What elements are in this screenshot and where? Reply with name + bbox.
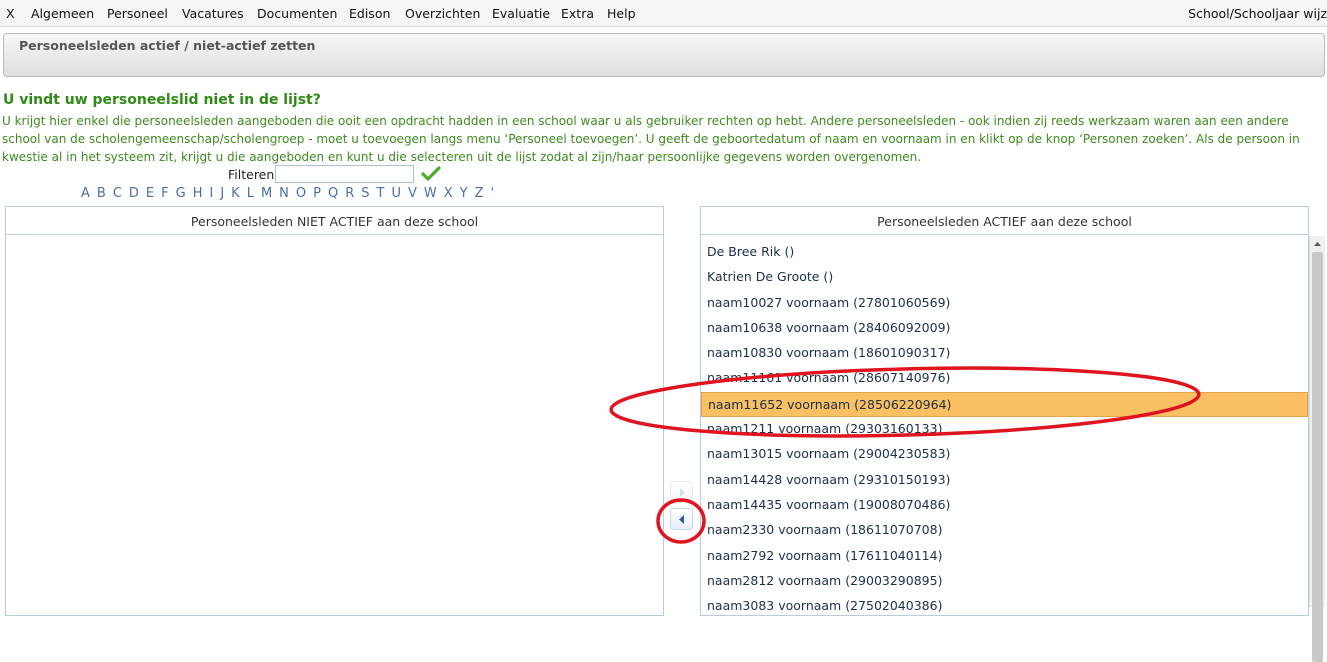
list-item[interactable]: naam2330 voornaam (18611070708) xyxy=(701,518,1308,543)
check-icon[interactable] xyxy=(421,166,441,182)
list-item[interactable]: naam10638 voornaam (28406092009) xyxy=(701,316,1308,341)
alphabet-letter[interactable]: S xyxy=(361,186,369,201)
list-item[interactable]: naam13015 voornaam (29004230583) xyxy=(701,442,1308,467)
alphabet-letter[interactable]: V xyxy=(408,186,417,201)
list-item[interactable]: naam10027 voornaam (27801060569) xyxy=(701,291,1308,316)
alphabet-letter[interactable]: R xyxy=(345,186,354,201)
menu-extra[interactable]: Extra xyxy=(561,6,594,21)
alphabet-filter: A B C D E F G H I J K L M N O P Q R S T U V W X Y Z ' xyxy=(81,186,501,201)
arrow-left-icon xyxy=(679,515,684,524)
menu-edison[interactable]: Edison xyxy=(349,6,390,21)
alphabet-letter[interactable]: B xyxy=(97,186,106,201)
alphabet-letter[interactable]: ' xyxy=(491,186,495,201)
inactive-list-header: Personeelsleden NIET ACTIEF aan deze sch… xyxy=(6,207,663,235)
alphabet-letter[interactable]: M xyxy=(261,186,272,201)
list-item[interactable]: naam14428 voornaam (29310150193) xyxy=(701,468,1308,493)
move-left-button[interactable] xyxy=(670,508,693,530)
alphabet-letter[interactable]: H xyxy=(193,186,203,201)
scrollbar-thumb[interactable] xyxy=(1312,252,1323,662)
list-item-selected[interactable]: naam11652 voornaam (28506220964) xyxy=(701,391,1308,418)
alphabet-letter[interactable]: F xyxy=(161,186,168,201)
info-heading: U vindt uw personeelslid niet in de lijs… xyxy=(3,92,321,108)
alphabet-letter[interactable]: T xyxy=(377,186,385,201)
menu-school-year[interactable]: School/Schooljaar wijz xyxy=(1188,6,1327,21)
menu-algemeen[interactable]: Algemeen xyxy=(31,6,94,21)
list-item[interactable]: naam14435 voornaam (19008070486) xyxy=(701,493,1308,518)
alphabet-letter[interactable]: E xyxy=(146,186,154,201)
list-item[interactable]: Katrien De Groote () xyxy=(701,265,1308,290)
scroll-up-icon[interactable] xyxy=(1310,236,1325,251)
active-list-panel: Personeelsleden ACTIEF aan deze school D… xyxy=(700,206,1309,616)
alphabet-letter[interactable]: G xyxy=(176,186,186,201)
alphabet-letter[interactable]: X xyxy=(444,186,453,201)
page-title: Personeelsleden actief / niet-actief zet… xyxy=(19,38,316,53)
alphabet-letter[interactable]: K xyxy=(231,186,240,201)
menu-bar: X Algemeen Personeel Vacatures Documente… xyxy=(0,0,1327,27)
alphabet-letter[interactable]: D xyxy=(129,186,139,201)
alphabet-letter[interactable]: O xyxy=(296,186,306,201)
alphabet-letter[interactable]: W xyxy=(424,186,437,201)
list-item[interactable]: naam3083 voornaam (27502040386) xyxy=(701,594,1308,615)
filter-input[interactable] xyxy=(275,165,414,183)
inactive-list-panel: Personeelsleden NIET ACTIEF aan deze sch… xyxy=(5,206,664,616)
menu-overzichten[interactable]: Overzichten xyxy=(405,6,480,21)
list-item[interactable]: naam11161 voornaam (28607140976) xyxy=(701,366,1308,391)
list-item[interactable]: De Bree Rik () xyxy=(701,240,1308,265)
alphabet-letter[interactable]: J xyxy=(220,186,224,201)
alphabet-letter[interactable]: U xyxy=(391,186,401,201)
alphabet-letter[interactable]: L xyxy=(247,186,254,201)
list-item[interactable]: naam2792 voornaam (17611040114) xyxy=(701,544,1308,569)
list-item[interactable]: naam10830 voornaam (18601090317) xyxy=(701,341,1308,366)
alphabet-letter[interactable]: I xyxy=(209,186,213,201)
alphabet-letter[interactable]: P xyxy=(313,186,321,201)
inactive-list[interactable] xyxy=(6,240,663,615)
menu-vacatures[interactable]: Vacatures xyxy=(182,6,244,21)
alphabet-letter[interactable]: Z xyxy=(475,186,484,201)
menu-personeel[interactable]: Personeel xyxy=(107,6,168,21)
active-list[interactable]: De Bree Rik () Katrien De Groote () naam10… xyxy=(701,240,1308,615)
alphabet-letter[interactable]: N xyxy=(279,186,289,201)
arrow-right-icon xyxy=(680,488,685,497)
alphabet-letter[interactable]: Q xyxy=(328,186,338,201)
filter-label: Filteren xyxy=(228,167,275,182)
alphabet-letter[interactable]: Y xyxy=(460,186,468,201)
info-text: U krijgt hier enkel die personeelsleden … xyxy=(2,114,1300,164)
list-item[interactable]: naam1211 voornaam (29303160133) xyxy=(701,417,1308,442)
menu-documenten[interactable]: Documenten xyxy=(257,6,337,21)
active-list-header: Personeelsleden ACTIEF aan deze school xyxy=(701,207,1308,235)
menu-close[interactable]: X xyxy=(6,6,15,21)
title-panel: Personeelsleden actief / niet-actief zet… xyxy=(3,33,1325,77)
alphabet-letter[interactable]: A xyxy=(81,186,90,201)
menu-evaluatie[interactable]: Evaluatie xyxy=(492,6,550,21)
active-list-scrollbar[interactable] xyxy=(1309,236,1325,662)
menu-help[interactable]: Help xyxy=(607,6,636,21)
alphabet-letter[interactable]: C xyxy=(113,186,122,201)
list-item[interactable]: naam2812 voornaam (29003290895) xyxy=(701,569,1308,594)
move-right-button[interactable] xyxy=(670,481,693,503)
